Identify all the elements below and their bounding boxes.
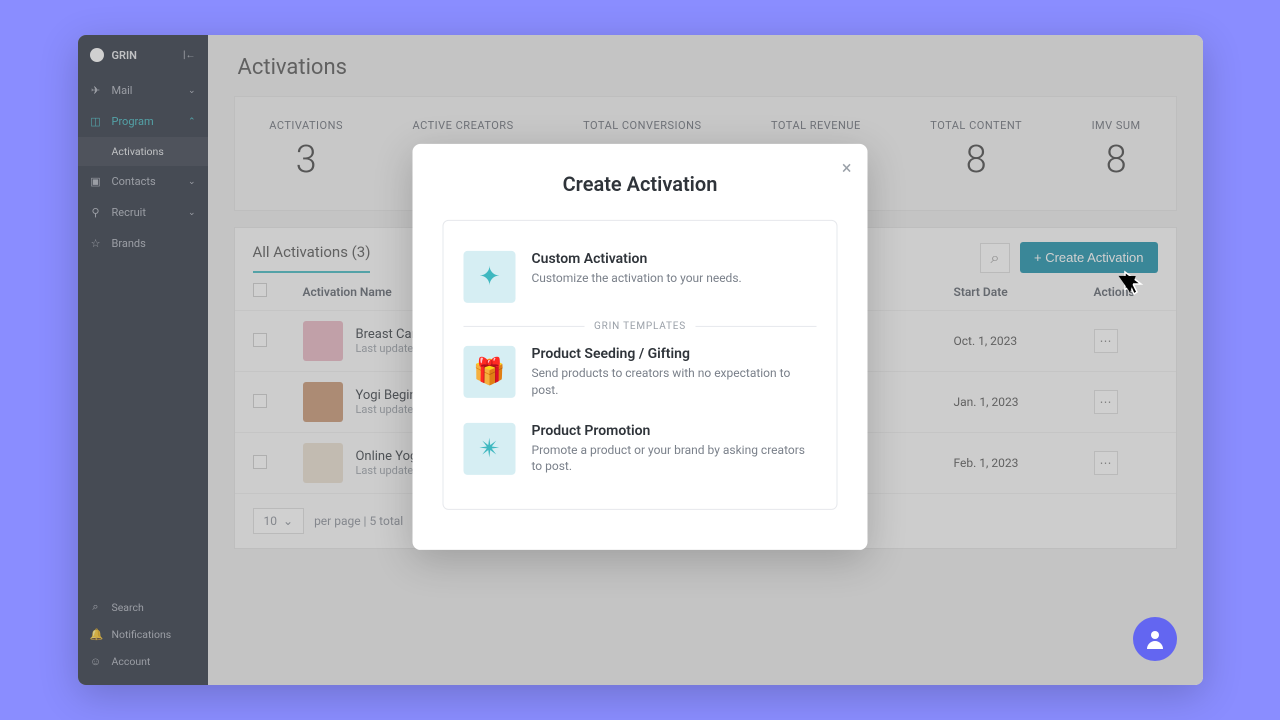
divider-label: GRIN TEMPLATES <box>594 321 686 332</box>
option-title: Product Promotion <box>532 423 817 439</box>
modal-options: ✦ Custom Activation Customize the activa… <box>443 220 838 510</box>
gift-icon: 🎁 <box>464 346 516 398</box>
option-title: Product Seeding / Gifting <box>532 346 817 362</box>
promotion-icon: ✴ <box>464 423 516 475</box>
modal-close-button[interactable]: × <box>842 158 852 179</box>
option-title: Custom Activation <box>532 251 742 267</box>
templates-divider: GRIN TEMPLATES <box>464 321 817 332</box>
option-desc: Promote a product or your brand by askin… <box>532 442 817 476</box>
help-fab-button[interactable] <box>1133 617 1177 661</box>
option-custom-activation[interactable]: ✦ Custom Activation Customize the activa… <box>464 239 817 315</box>
option-desc: Send products to creators with no expect… <box>532 365 817 399</box>
sparkle-icon: ✦ <box>464 251 516 303</box>
person-icon <box>1145 629 1165 649</box>
option-product-seeding[interactable]: 🎁 Product Seeding / Gifting Send product… <box>464 334 817 411</box>
create-activation-modal: × Create Activation ✦ Custom Activation … <box>413 144 868 550</box>
option-product-promotion[interactable]: ✴ Product Promotion Promote a product or… <box>464 411 817 488</box>
modal-title: Create Activation <box>443 172 838 196</box>
option-desc: Customize the activation to your needs. <box>532 270 742 287</box>
